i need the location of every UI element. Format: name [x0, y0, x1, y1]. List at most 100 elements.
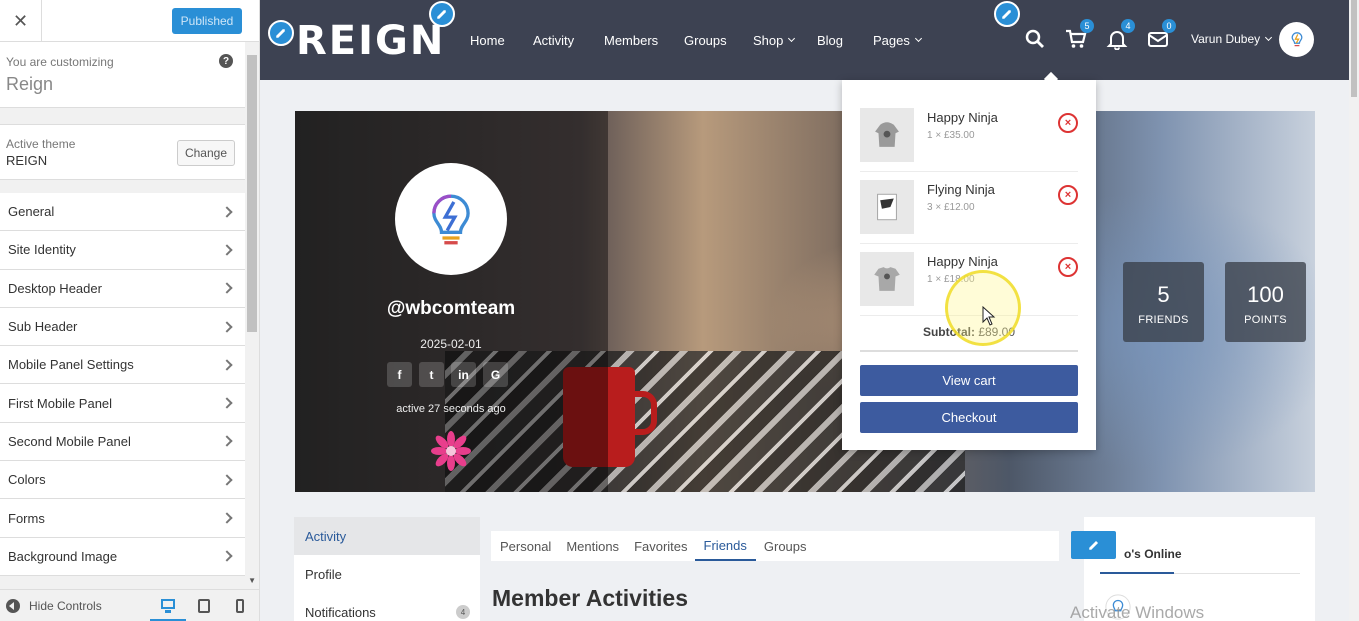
scroll-down-arrow-icon[interactable]: ▼: [248, 576, 256, 585]
customizing-label: You are customizing: [6, 55, 114, 69]
section-forms[interactable]: Forms: [0, 499, 245, 538]
profile-last-active: active 27 seconds ago: [396, 403, 506, 415]
user-menu[interactable]: Varun Dubey: [1191, 32, 1273, 46]
collapse-icon: [6, 598, 20, 613]
profile-cover: @wbcomteam 2025-02-01 f t in G active 27…: [295, 111, 1315, 492]
section-second-mobile-panel[interactable]: Second Mobile Panel: [0, 422, 245, 462]
cart-item[interactable]: Flying Ninja 3 × £12.00 ×: [860, 172, 1078, 244]
section-sub-header[interactable]: Sub Header: [0, 307, 245, 347]
hide-controls-button[interactable]: Hide Controls: [0, 598, 150, 613]
search-icon[interactable]: [1024, 28, 1046, 50]
remove-item-icon[interactable]: ×: [1058, 185, 1078, 205]
profile-avatar[interactable]: [395, 163, 507, 275]
subtab-favorites[interactable]: Favorites: [634, 531, 694, 561]
friends-count: 5: [1157, 282, 1170, 307]
subtab-groups[interactable]: Groups: [764, 531, 814, 561]
view-cart-button[interactable]: View cart: [860, 365, 1078, 396]
section-desktop-header[interactable]: Desktop Header: [0, 269, 245, 308]
help-icon[interactable]: ?: [219, 54, 233, 68]
profile-nav-notifications[interactable]: Notifications 4: [294, 593, 480, 621]
cart-item-name[interactable]: Happy Ninja: [927, 110, 998, 125]
nav-activity[interactable]: Activity: [533, 33, 574, 48]
subtab-personal[interactable]: Personal: [500, 531, 558, 561]
activity-subtabs: Personal Mentions Favorites Friends Grou…: [491, 531, 1059, 561]
customizer-topbar: ✕ Published: [0, 0, 259, 42]
site-scrollbar[interactable]: [1349, 0, 1359, 621]
user-name-label: Varun Dubey: [1191, 32, 1261, 46]
close-icon[interactable]: ✕: [0, 0, 42, 42]
google-icon[interactable]: G: [483, 362, 508, 387]
customizer-scrollbar-thumb[interactable]: [247, 55, 257, 332]
profile-nav-activity[interactable]: Activity: [294, 517, 480, 555]
cart-item-name[interactable]: Flying Ninja: [927, 182, 995, 197]
subtab-friends[interactable]: Friends: [694, 531, 756, 561]
nav-shop[interactable]: Shop: [753, 32, 796, 48]
site-logo[interactable]: REIGN: [296, 18, 445, 64]
section-label: Sub Header: [8, 319, 78, 335]
nav-blog[interactable]: Blog: [817, 33, 843, 48]
section-general[interactable]: General: [0, 193, 245, 232]
product-thumbnail[interactable]: [860, 252, 914, 306]
envelope-icon[interactable]: 0: [1147, 19, 1176, 50]
notifications-count-badge: 4: [456, 605, 470, 619]
section-first-mobile-panel[interactable]: First Mobile Panel: [0, 384, 245, 423]
remove-item-icon[interactable]: ×: [1058, 113, 1078, 133]
section-background-image[interactable]: Background Image: [0, 537, 245, 576]
edit-menu-pencil-icon[interactable]: [994, 1, 1020, 27]
mini-cart-dropdown: Happy Ninja 1 × £35.00 × Flying Ninja 3 …: [842, 80, 1096, 450]
checkout-button[interactable]: Checkout: [860, 402, 1078, 433]
friends-stat[interactable]: 5 FRIENDS: [1123, 262, 1204, 342]
nav-pages[interactable]: Pages: [873, 33, 922, 48]
mobile-preview-button[interactable]: [222, 590, 258, 621]
cart-item-quantity-price: 1 × £35.00: [927, 130, 975, 141]
facebook-icon[interactable]: f: [387, 362, 412, 387]
section-site-identity[interactable]: Site Identity: [0, 231, 245, 270]
cart-item-name[interactable]: Happy Ninja: [927, 254, 998, 269]
twitter-icon[interactable]: t: [419, 362, 444, 387]
mouse-cursor-icon: [982, 306, 996, 326]
bell-icon[interactable]: 4: [1106, 19, 1135, 51]
desktop-icon: [161, 599, 175, 613]
customizer-sections: General Site Identity Desktop Header Sub…: [0, 193, 245, 576]
cart-divider: [860, 350, 1078, 352]
edit-header-pencil-icon[interactable]: [429, 1, 455, 27]
nav-groups[interactable]: Groups: [684, 33, 727, 48]
site-scrollbar-thumb[interactable]: [1351, 0, 1357, 97]
chevron-right-icon: [221, 320, 233, 333]
pencil-icon: [1088, 540, 1098, 550]
points-stat[interactable]: 100 POINTS: [1225, 262, 1306, 342]
linkedin-icon[interactable]: in: [451, 362, 476, 387]
product-thumbnail[interactable]: [860, 180, 914, 234]
section-label: Second Mobile Panel: [8, 433, 131, 449]
nav-shop-label: Shop: [753, 32, 784, 48]
publish-button[interactable]: Published: [172, 8, 242, 34]
cart-count-badge: 5: [1080, 19, 1094, 33]
section-colors[interactable]: Colors: [0, 461, 245, 500]
nav-members[interactable]: Members: [604, 33, 658, 48]
mobile-icon: [236, 598, 244, 613]
tablet-preview-button[interactable]: [186, 590, 222, 621]
product-thumbnail[interactable]: [860, 108, 914, 162]
chevron-right-icon: [221, 359, 233, 371]
section-mobile-panel-settings[interactable]: Mobile Panel Settings: [0, 346, 245, 385]
change-theme-button[interactable]: Change: [177, 140, 235, 166]
chevron-right-icon: [221, 435, 233, 448]
profile-date: 2025-02-01: [420, 337, 482, 351]
nav-home[interactable]: Home: [470, 33, 505, 48]
section-label: Colors: [8, 472, 46, 488]
chevron-down-icon: [914, 34, 922, 43]
desktop-preview-button[interactable]: [150, 590, 186, 621]
remove-item-icon[interactable]: ×: [1058, 257, 1078, 277]
cart-icon[interactable]: 5: [1065, 19, 1094, 50]
profile-nav-profile[interactable]: Profile: [294, 555, 480, 593]
cart-item[interactable]: Happy Ninja 1 × £35.00 ×: [860, 100, 1078, 172]
edit-logo-pencil-icon[interactable]: [268, 20, 294, 46]
section-label: General: [8, 204, 55, 220]
profile-handle: @wbcomteam: [386, 298, 516, 319]
user-avatar[interactable]: [1279, 22, 1314, 57]
subtab-mentions[interactable]: Mentions: [566, 531, 626, 561]
chevron-right-icon: [221, 550, 233, 562]
edit-widget-pencil-button[interactable]: [1071, 531, 1116, 559]
profile-nav-notifications-label: Notifications: [305, 604, 376, 620]
chevron-right-icon: [221, 512, 233, 524]
